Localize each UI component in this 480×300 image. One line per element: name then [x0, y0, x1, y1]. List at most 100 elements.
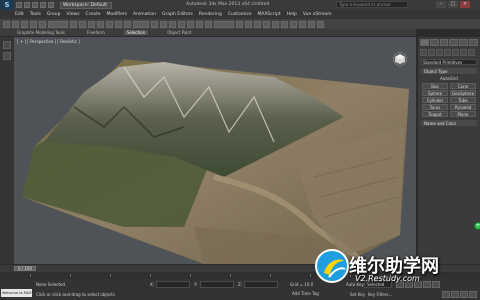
motion-tab-icon[interactable] — [449, 39, 459, 46]
keyboard-shortcut-icon[interactable] — [169, 20, 176, 28]
rendered-frame-window-icon[interactable] — [308, 20, 315, 28]
menu-help[interactable]: Help — [287, 12, 297, 17]
curve-editor-icon[interactable] — [272, 20, 279, 28]
cylinder-button[interactable]: Cylinder — [422, 97, 448, 103]
display-tab-icon[interactable] — [459, 39, 469, 46]
unlink-icon[interactable] — [30, 20, 37, 28]
object-type-rollout[interactable]: Object Type — [421, 68, 477, 74]
named-selection-sets-dropdown[interactable] — [214, 20, 234, 28]
redo-toolbar-icon[interactable] — [12, 20, 19, 28]
isolate-icon[interactable] — [3, 52, 11, 60]
minimize-button[interactable]: – — [436, 1, 446, 8]
mirror-icon[interactable] — [236, 20, 243, 28]
lights-icon[interactable] — [436, 49, 443, 56]
selection-filter-dropdown[interactable] — [48, 20, 68, 28]
menu-create[interactable]: Create — [86, 12, 101, 17]
name-and-color-rollout[interactable]: Name and Color — [421, 120, 477, 126]
menu-tools[interactable]: Tools — [30, 12, 41, 17]
open-file-icon[interactable] — [24, 2, 30, 8]
autogrid-checkbox[interactable]: AutoGrid — [421, 76, 477, 81]
layer-manager-icon[interactable] — [254, 20, 261, 28]
time-slider-thumb[interactable]: 0 / 100 — [14, 266, 36, 271]
menu-rendering[interactable]: Rendering — [199, 12, 222, 17]
z-coordinate-field[interactable] — [244, 281, 278, 288]
pan-icon[interactable] — [451, 291, 459, 298]
save-file-icon[interactable] — [32, 2, 38, 8]
menu-edit[interactable]: Edit — [15, 12, 24, 17]
search-input[interactable]: Type a keyword or phrase — [336, 1, 408, 8]
angle-snap-icon[interactable] — [187, 20, 194, 28]
menu-vue-xstream[interactable]: Vue xStream — [303, 12, 332, 17]
snap-icon[interactable] — [3, 41, 11, 49]
menu-group[interactable]: Group — [47, 12, 61, 17]
manipulate-icon[interactable] — [160, 20, 167, 28]
align-icon[interactable] — [245, 20, 252, 28]
spinner-snap-icon[interactable] — [205, 20, 212, 28]
application-menu-button[interactable]: S — [0, 0, 14, 10]
orbit-icon[interactable] — [460, 291, 468, 298]
plane-button[interactable]: Plane — [450, 111, 476, 117]
y-coordinate-field[interactable] — [200, 281, 234, 288]
select-object-icon[interactable] — [70, 20, 77, 28]
render-setup-icon[interactable] — [299, 20, 306, 28]
menu-graph-editors[interactable]: Graph Editors — [162, 12, 193, 17]
move-icon[interactable] — [106, 20, 113, 28]
torus-button[interactable]: Torus — [422, 104, 448, 110]
utilities-tab-icon[interactable] — [469, 39, 478, 46]
maximize-button[interactable]: □ — [448, 1, 458, 8]
material-editor-icon[interactable] — [290, 20, 297, 28]
set-key-button[interactable]: Set Key — [350, 292, 365, 297]
viewport-label[interactable]: [ + ] [ Perspective ] [ Realistic ] — [17, 39, 80, 44]
tube-button[interactable]: Tube — [450, 97, 476, 103]
schematic-view-icon[interactable] — [281, 20, 288, 28]
modify-tab-icon[interactable] — [429, 39, 439, 46]
space-warps-icon[interactable] — [460, 49, 467, 56]
sphere-button[interactable]: Sphere — [422, 90, 448, 96]
rectangular-selection-icon[interactable] — [88, 20, 95, 28]
viewcube-icon[interactable] — [393, 52, 407, 66]
cone-button[interactable]: Cone — [450, 83, 476, 89]
reference-coordinate-dropdown[interactable] — [133, 20, 149, 28]
geosphere-button[interactable]: GeoSphere — [450, 90, 476, 96]
window-crossing-icon[interactable] — [97, 20, 104, 28]
cameras-icon[interactable] — [444, 49, 451, 56]
hierarchy-tab-icon[interactable] — [439, 39, 449, 46]
key-filters-button[interactable]: Key Filters... — [368, 292, 392, 297]
graphite-toggle-icon[interactable] — [263, 20, 270, 28]
undo-toolbar-icon[interactable] — [3, 20, 10, 28]
scale-icon[interactable] — [124, 20, 131, 28]
percent-snap-icon[interactable] — [196, 20, 203, 28]
undo-icon[interactable] — [40, 2, 46, 8]
systems-icon[interactable] — [468, 49, 475, 56]
maximize-viewport-icon[interactable] — [469, 291, 477, 298]
helpers-icon[interactable] — [452, 49, 459, 56]
primitive-type-dropdown[interactable]: Standard Primitives — [421, 59, 477, 65]
snaps-toggle-icon[interactable] — [178, 20, 185, 28]
geometry-icon[interactable] — [420, 49, 427, 56]
perspective-viewport[interactable]: [ + ] [ Perspective ] [ Realistic ] — [14, 37, 416, 264]
zoom-icon[interactable] — [442, 291, 450, 298]
close-button[interactable]: × — [460, 1, 470, 8]
render-production-icon[interactable] — [317, 20, 324, 28]
teapot-button[interactable]: Teapot — [422, 111, 448, 117]
shapes-icon[interactable] — [428, 49, 435, 56]
tab-object-paint[interactable]: Object Paint — [164, 30, 194, 35]
maxscript-listener[interactable]: Welcome to MAX — [1, 289, 32, 297]
menu-modifiers[interactable]: Modifiers — [107, 12, 128, 17]
new-file-icon[interactable] — [16, 2, 22, 8]
tab-graphite-modeling-tools[interactable]: Graphite Modeling Tools — [14, 30, 68, 35]
pivot-point-icon[interactable] — [151, 20, 158, 28]
select-by-name-icon[interactable] — [79, 20, 86, 28]
bind-space-warp-icon[interactable] — [39, 20, 46, 28]
tab-selection[interactable]: Selection — [123, 30, 149, 35]
rotate-icon[interactable] — [115, 20, 122, 28]
link-icon[interactable] — [21, 20, 28, 28]
add-time-tag[interactable]: Add Time Tag — [292, 291, 319, 296]
menu-maxscript[interactable]: MAXScript — [258, 12, 281, 17]
menu-views[interactable]: Views — [67, 12, 80, 17]
redo-icon[interactable] — [48, 2, 54, 8]
viewcube[interactable] — [393, 52, 407, 68]
create-tab-icon[interactable] — [420, 39, 429, 46]
menu-animation[interactable]: Animation — [133, 12, 156, 17]
tab-freeform[interactable]: Freeform — [84, 30, 108, 35]
